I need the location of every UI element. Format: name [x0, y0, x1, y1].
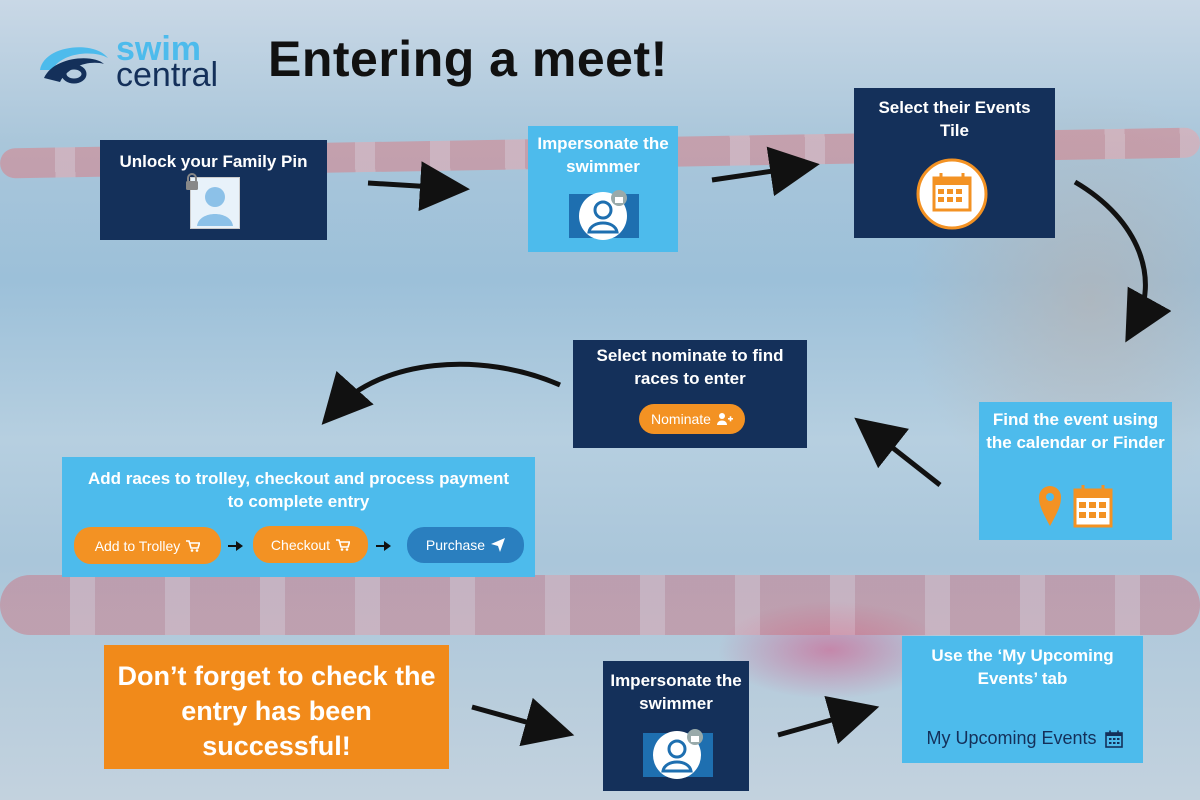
arrow-4 [854, 417, 942, 487]
impersonate-icon [569, 190, 639, 240]
add-to-trolley-label: Add to Trolley [94, 537, 181, 554]
purchase-button[interactable]: Purchase [407, 527, 524, 563]
arrow-5 [321, 361, 562, 425]
step-label: Impersonate the swimmer [610, 671, 742, 713]
step-impersonate-swimmer-2: Impersonate the swimmer [603, 661, 749, 791]
nominate-button[interactable]: Nominate [639, 404, 745, 434]
step-label: Select nominate to find races to enter [596, 346, 784, 388]
user-plus-icon [716, 413, 733, 425]
arrow-6 [471, 697, 575, 747]
cart-icon [186, 539, 201, 552]
arrow-7 [777, 696, 880, 745]
purchase-label: Purchase [425, 537, 486, 553]
step-find-event: Find the event using the calendar or Fin… [979, 402, 1172, 540]
step-select-nominate: Select nominate to find races to enter N… [573, 340, 807, 448]
location-pin-icon [1039, 486, 1061, 526]
arrow-3 [1073, 179, 1172, 343]
calendar-icon [1104, 730, 1123, 748]
step-label: Add races to trolley, checkout and proce… [87, 469, 510, 511]
nominate-button-label: Nominate [651, 411, 711, 427]
step-select-events-tile: Select their Events Tile [854, 88, 1055, 238]
my-upcoming-events-tab-label: My Upcoming Events [926, 728, 1097, 748]
checkout-label: Checkout [270, 536, 331, 553]
cart-icon [336, 538, 351, 551]
arrow-2 [711, 146, 820, 197]
step-unlock-family-pin: Unlock your Family Pin [100, 140, 327, 240]
paper-plane-icon [491, 538, 506, 552]
step-impersonate-swimmer: Impersonate the swimmer [528, 126, 678, 252]
step-my-upcoming-events: Use the ‘My Upcoming Events’ tab My Upco… [902, 636, 1143, 763]
small-arrow-icon [376, 541, 391, 551]
small-arrow-icon [228, 541, 243, 551]
step-label: Use the ‘My Upcoming Events’ tab [931, 646, 1114, 688]
step-label: Find the event using the calendar or Fin… [986, 410, 1165, 452]
checkout-button[interactable]: Checkout [253, 526, 368, 563]
arrow-1 [367, 161, 470, 212]
add-to-trolley-button[interactable]: Add to Trolley [74, 527, 221, 564]
reminder-label: Don’t forget to check the entry has been… [117, 661, 436, 761]
step-trolley-checkout: Add races to trolley, checkout and proce… [62, 457, 535, 577]
reminder-check-entry: Don’t forget to check the entry has been… [104, 645, 449, 769]
step-label: Impersonate the swimmer [537, 134, 669, 176]
calendar-icon [1073, 485, 1113, 528]
impersonate-icon [643, 729, 713, 779]
calendar-icon [916, 158, 988, 230]
step-label: Unlock your Family Pin [119, 152, 308, 171]
my-upcoming-events-tab[interactable]: My Upcoming Events [912, 728, 1137, 749]
padlock-icon [186, 173, 198, 190]
step-label: Select their Events Tile [878, 98, 1031, 140]
